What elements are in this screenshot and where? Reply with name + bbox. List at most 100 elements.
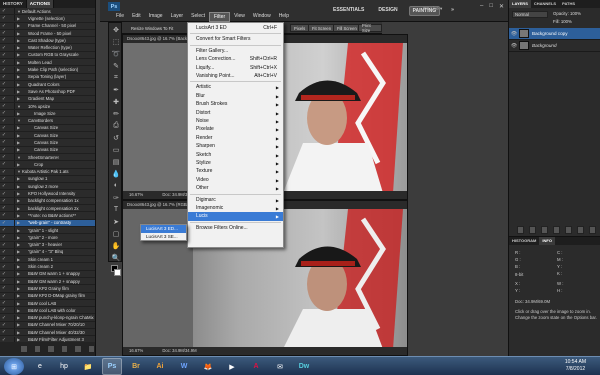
new-action-button[interactable]	[74, 345, 82, 353]
dialog-toggle-box[interactable]	[8, 285, 15, 292]
system-clock[interactable]: 10:54 AM 7/8/2012	[565, 359, 586, 373]
action-item[interactable]: ✓ ▶ Custom RGB to Grayscale	[0, 51, 95, 60]
dialog-toggle-box[interactable]	[8, 95, 15, 102]
dialog-toggle-box[interactable]	[8, 314, 15, 321]
brush-tool-icon[interactable]: ✏	[110, 108, 122, 119]
dialog-toggle-box[interactable]	[8, 59, 15, 66]
checkmark-icon[interactable]: ✓	[0, 256, 8, 262]
tab-info[interactable]: INFO	[539, 237, 555, 245]
tab-channels[interactable]: CHANNELS	[531, 0, 559, 8]
dialog-toggle-box[interactable]	[8, 154, 15, 161]
clone-stamp-tool-icon[interactable]: ⎙	[110, 120, 122, 131]
checkmark-icon[interactable]: ✓	[0, 59, 8, 65]
action-item[interactable]: ✓ ▶ Water Reflection (type)	[0, 44, 95, 52]
dreamweaver-taskbar-icon[interactable]: Dw	[294, 358, 314, 375]
dialog-toggle-box[interactable]	[8, 190, 15, 197]
resize-windows-checkbox-label[interactable]: Resize Windows To Fit	[128, 24, 176, 32]
checkmark-icon[interactable]: ✓	[0, 74, 8, 80]
menu-item-lucisart-3-se[interactable]: LucisArt 3 SE...	[141, 233, 186, 241]
action-item[interactable]: ✓ ▼ Kubota Artistic Pak 1.ats	[0, 168, 95, 176]
action-item[interactable]: ✓ ▶ Gradient Map	[0, 95, 95, 103]
checkmark-icon[interactable]: ✓	[0, 329, 8, 335]
tab-histogram[interactable]: HISTOGRAM	[509, 237, 539, 245]
adjustment-layer-icon[interactable]	[553, 226, 560, 234]
dodge-tool-icon[interactable]: ◐	[110, 180, 122, 191]
dialog-toggle-box[interactable]	[8, 103, 15, 109]
checkmark-icon[interactable]: ✓	[0, 271, 8, 277]
checkmark-icon[interactable]: ✓	[0, 161, 8, 167]
action-item[interactable]: ✓ ▶ B&W cool LAB with color	[0, 307, 95, 315]
checkmark-icon[interactable]: ✓	[0, 227, 8, 233]
access-taskbar-icon[interactable]: A	[246, 358, 266, 375]
fill-screen-button[interactable]: Fill Screen	[333, 24, 361, 32]
stop-button[interactable]	[20, 345, 28, 353]
dialog-toggle-box[interactable]	[8, 256, 15, 263]
dialog-toggle-box[interactable]	[8, 219, 15, 226]
checkmark-icon[interactable]: ✓	[0, 176, 8, 182]
dialog-toggle-box[interactable]	[8, 197, 15, 204]
fit-screen-button[interactable]: Fit Screen	[308, 24, 336, 32]
gradient-tool-icon[interactable]: ▤	[110, 156, 122, 167]
delete-layer-icon[interactable]	[589, 226, 596, 234]
checkmark-icon[interactable]: ✓	[0, 154, 8, 160]
dialog-toggle-box[interactable]	[8, 73, 15, 80]
actual-pixels-button[interactable]: Pixels	[290, 24, 310, 32]
menu-image[interactable]: Image	[145, 12, 167, 22]
dialog-toggle-box[interactable]	[8, 329, 15, 336]
menu-file[interactable]: File	[112, 12, 128, 22]
dialog-toggle-box[interactable]	[8, 292, 15, 299]
action-item[interactable]: ✓ ▶ Canvas Size	[0, 124, 95, 133]
menu-item-lucisart-3-ed[interactable]: LucisArt 3 ED...	[141, 225, 186, 233]
print-size-button[interactable]: Print Size	[358, 23, 382, 33]
history-brush-tool-icon[interactable]: ↺	[110, 132, 122, 143]
action-item[interactable]: ✓ ▶ Canvas Size	[0, 146, 95, 154]
new-layer-icon[interactable]	[577, 226, 584, 234]
action-item[interactable]: ✓ ▶ Image Size	[0, 110, 95, 118]
illustrator-taskbar-icon[interactable]: Ai	[150, 358, 170, 375]
menu-filter[interactable]: Filter	[209, 12, 231, 22]
dialog-toggle-box[interactable]	[8, 139, 15, 146]
checkmark-icon[interactable]: ✓	[0, 278, 8, 284]
dialog-toggle-box[interactable]	[8, 51, 15, 58]
dialog-toggle-box[interactable]	[8, 168, 15, 175]
dialog-toggle-box[interactable]	[8, 117, 15, 124]
action-item[interactable]: ✓ ▶ Make Clip Path (selection)	[0, 66, 95, 74]
play-button[interactable]	[47, 345, 55, 353]
checkmark-icon[interactable]: ✓	[0, 52, 8, 58]
dialog-toggle-box[interactable]	[8, 132, 15, 139]
dialog-toggle-box[interactable]	[8, 37, 15, 44]
action-item[interactable]: ✓ ▶ "grain" 4 - "3" Blnq	[0, 248, 95, 257]
checkmark-icon[interactable]: ✓	[0, 205, 8, 211]
filter-menu-item[interactable]: LucisArt 3 ED Ctrl+F	[188, 24, 283, 33]
checkmark-icon[interactable]: ✓	[0, 300, 8, 306]
zoom-level[interactable]: 16.67%	[129, 192, 143, 197]
dialog-toggle-box[interactable]	[8, 205, 15, 212]
healing-brush-tool-icon[interactable]: ✚	[110, 96, 122, 107]
tab-layers[interactable]: LAYERS	[509, 0, 531, 8]
dialog-toggle-box[interactable]	[8, 124, 15, 131]
tab-paths[interactable]: PATHS	[559, 0, 578, 8]
checkmark-icon[interactable]: ✓	[0, 249, 8, 255]
menu-edit[interactable]: Edit	[128, 12, 145, 22]
dialog-toggle-box[interactable]	[8, 15, 15, 22]
dialog-toggle-box[interactable]	[8, 30, 15, 37]
checkmark-icon[interactable]: ✓	[0, 293, 8, 299]
dialog-toggle-box[interactable]	[8, 300, 15, 307]
checkmark-icon[interactable]: ✓	[0, 234, 8, 240]
checkmark-icon[interactable]: ✓	[0, 139, 8, 145]
path-select-tool-icon[interactable]: ➤	[110, 216, 122, 227]
dialog-toggle-box[interactable]	[8, 161, 15, 168]
checkmark-icon[interactable]: ✓	[0, 96, 8, 102]
dialog-toggle-box[interactable]	[8, 234, 15, 241]
action-item[interactable]: ✓ ▶ Crop	[0, 161, 95, 169]
filter-menu-item[interactable]: Lucis ▶	[188, 212, 283, 222]
checkmark-icon[interactable]: ✓	[0, 15, 8, 21]
checkmark-icon[interactable]: ✓	[0, 37, 8, 43]
internet-explorer-icon[interactable]: e	[30, 358, 50, 375]
start-orb-icon[interactable]: ⊞	[4, 358, 24, 375]
filter-menu-item[interactable]: Vanishing Point... Alt+Ctrl+V	[188, 72, 283, 81]
action-item[interactable]: ✓ ▶ B&W Channel Mixer 70/20/10	[0, 321, 95, 330]
layer-style-icon[interactable]	[529, 226, 536, 234]
crop-tool-icon[interactable]: ⌗	[110, 72, 122, 83]
action-item[interactable]: ✓ ▶ Quadrant Colors	[0, 81, 95, 89]
